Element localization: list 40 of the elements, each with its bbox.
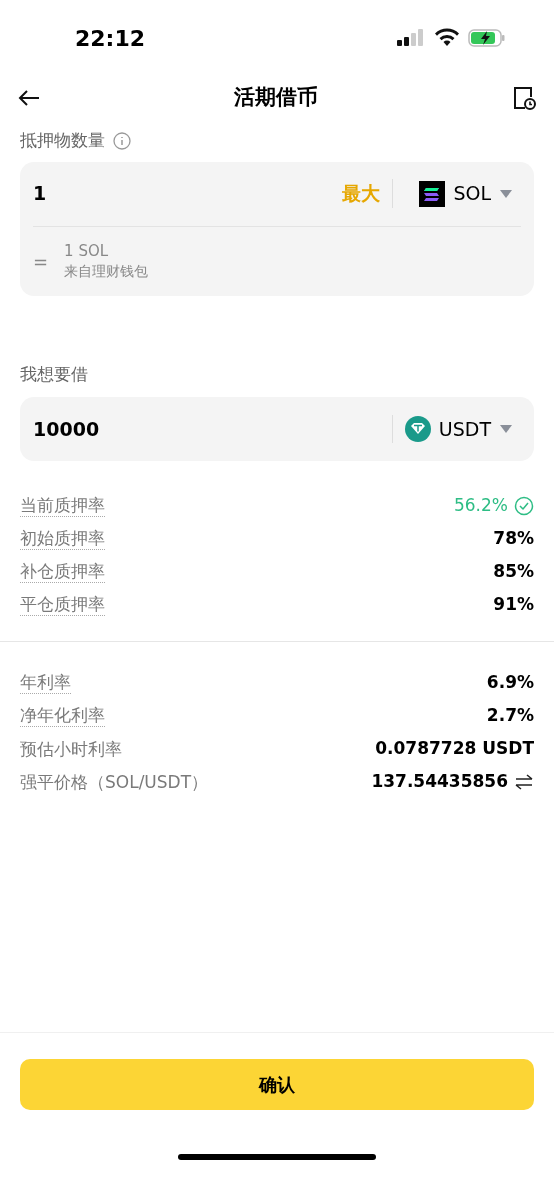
swap-icon[interactable] — [514, 773, 534, 790]
usdt-token-icon — [404, 416, 431, 442]
signal-icon — [396, 28, 426, 48]
row-label: 补仓质押率 — [20, 560, 105, 583]
row-label: 年利率 — [20, 671, 71, 694]
row-label: 预估小时利率 — [20, 737, 122, 760]
sol-token-icon — [419, 180, 446, 207]
page-title: 活期借币 — [234, 84, 318, 112]
row-value: 6.9% — [486, 670, 534, 694]
row-value: 91% — [493, 592, 534, 616]
caret-icon — [499, 424, 513, 434]
row-label: 初始质押率 — [20, 527, 105, 550]
row-value: 137.54435856 — [371, 769, 508, 793]
asset-selector[interactable]: SOL — [393, 179, 521, 208]
collateral-amount-field[interactable]: 1 — [33, 179, 343, 208]
row-value: 56.2% — [454, 493, 508, 517]
equals-sign: = — [33, 249, 49, 274]
row-label: 当前质押率 — [20, 494, 105, 517]
caret-icon — [499, 188, 513, 199]
asset-selector[interactable]: USDT — [391, 414, 521, 444]
row-value: 0.0787728 USDT — [375, 736, 534, 760]
battery-icon — [468, 28, 506, 48]
wallet-source: 来自理财钱包 — [64, 262, 149, 281]
row-label: 强平价格（SOL/USDT） — [20, 770, 209, 793]
borrow-amount-field[interactable]: 10000 — [33, 414, 392, 444]
row-label: 平仓质押率 — [20, 593, 105, 616]
wifi-icon — [434, 28, 460, 48]
collateral-label: 抵押物数量 — [20, 129, 105, 152]
row-value: 2.7% — [486, 703, 534, 727]
history-icon[interactable] — [512, 86, 536, 110]
check-circle-icon — [514, 495, 534, 516]
borrow-label: 我想要借 — [20, 362, 89, 386]
row-label: 净年化利率 — [20, 704, 105, 727]
back-arrow-icon[interactable] — [18, 89, 40, 107]
row-value: 85% — [493, 559, 534, 583]
info-icon[interactable] — [113, 131, 131, 150]
status-time: 22:12 — [75, 24, 146, 53]
row-value: 78% — [493, 526, 534, 550]
confirm-button[interactable]: 确认 — [20, 1059, 534, 1110]
equivalent-amount: 1 SOL — [64, 241, 110, 261]
